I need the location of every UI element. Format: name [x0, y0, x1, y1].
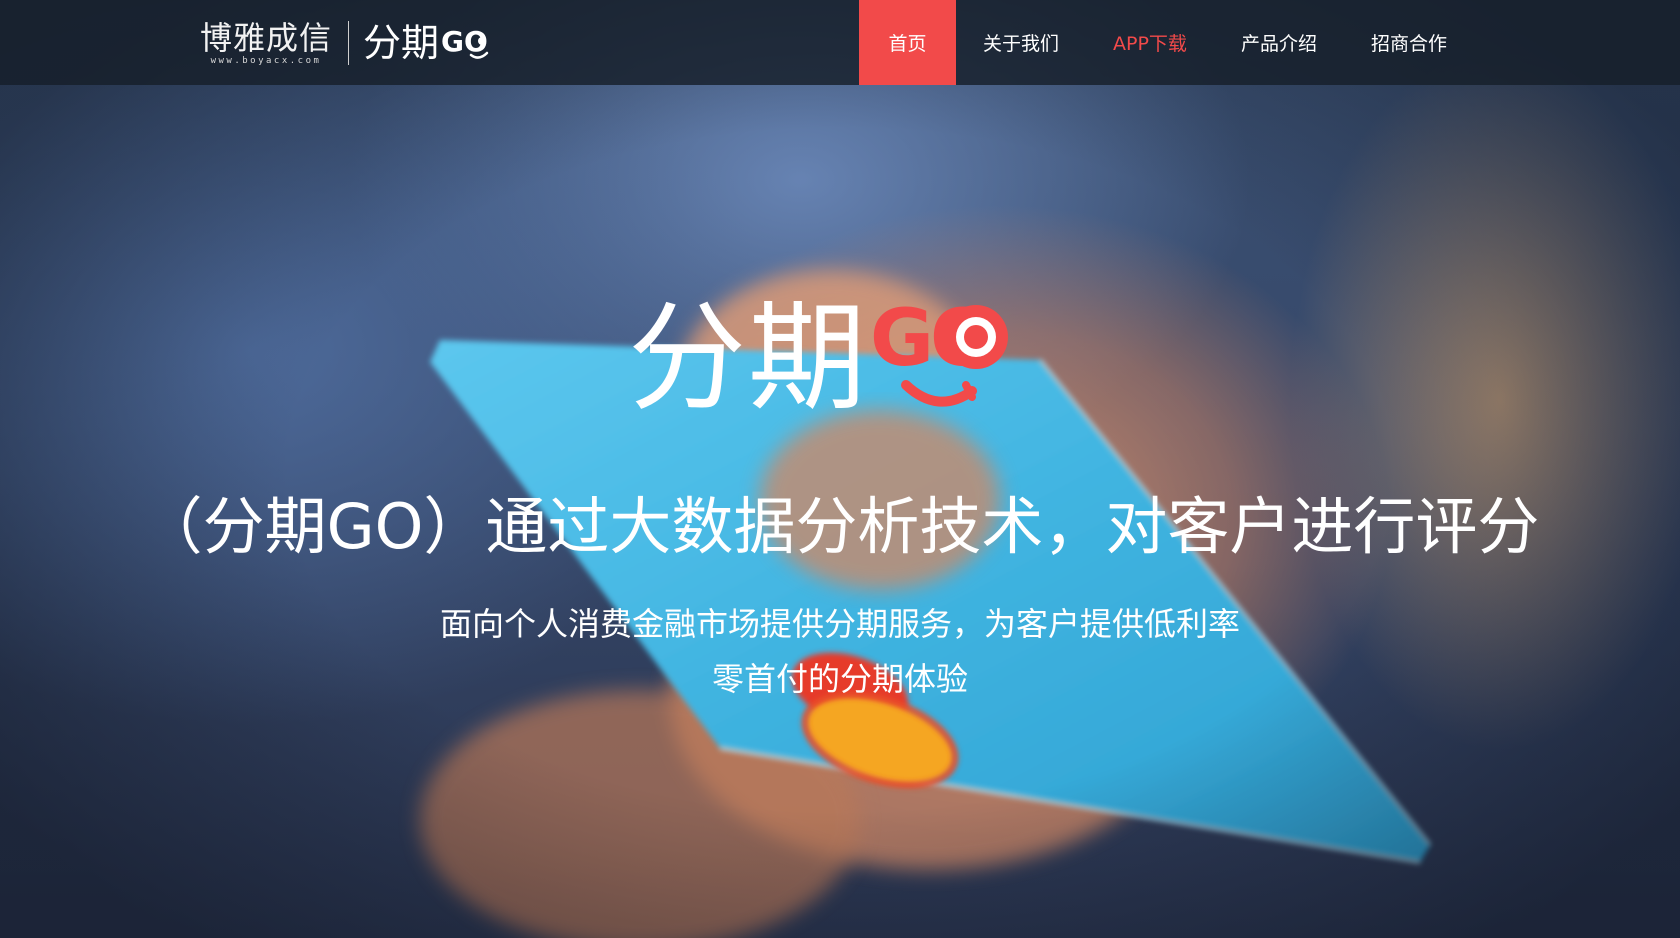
hero-banner: 博雅成信 www.boyacx.com 分期 GO 首页 关于我们 APP下载 … [0, 0, 1680, 938]
nav-item-about[interactable]: 关于我们 [956, 0, 1086, 85]
nav-item-app-download[interactable]: APP下载 [1086, 0, 1214, 85]
nav-item-label: 关于我们 [983, 33, 1060, 55]
main-nav: 首页 关于我们 APP下载 产品介绍 招商合作 [859, 0, 1474, 85]
brand-divider [348, 21, 350, 65]
credit-card-background-image [420, 270, 1432, 938]
hero-headline: （分期GO）通过大数据分析技术，对客户进行评分 [140, 490, 1540, 563]
product-logo: 分期 GO [363, 21, 491, 65]
nav-item-products[interactable]: 产品介绍 [1214, 0, 1344, 85]
hero-logo-text: 分期 [628, 289, 869, 427]
nav-item-label: 产品介绍 [1240, 33, 1317, 55]
hero-subline-1: 面向个人消费金融市场提供分期服务，为客户提供低利率 [439, 605, 1240, 643]
company-name: 博雅成信 [200, 19, 333, 57]
nav-item-label: 招商合作 [1370, 33, 1447, 55]
nav-item-label: APP下载 [1113, 33, 1187, 55]
top-navbar: 博雅成信 www.boyacx.com 分期 GO 首页 关于我们 APP下载 … [0, 0, 1680, 85]
go-smile-logo-icon: GO [441, 25, 489, 59]
go-smile-logo-icon: GO [870, 294, 1009, 407]
company-logo: 博雅成信 www.boyacx.com [200, 20, 332, 66]
brand-logo[interactable]: 博雅成信 www.boyacx.com 分期 GO [200, 18, 491, 68]
hero-subline-2: 零首付的分期体验 [711, 660, 968, 698]
nav-item-label: 首页 [888, 33, 927, 55]
product-name: 分期 [363, 21, 440, 65]
company-url: www.boyacx.com [210, 56, 322, 66]
nav-item-home[interactable]: 首页 [859, 0, 956, 85]
hero-product-logo: 分期 GO [628, 288, 1018, 428]
nav-item-partnership[interactable]: 招商合作 [1344, 0, 1474, 85]
